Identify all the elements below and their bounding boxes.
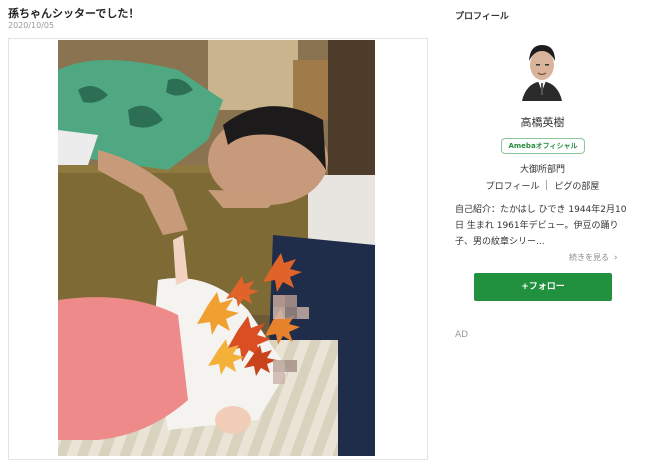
chevron-right-icon: ›	[614, 253, 618, 263]
ad-label: AD	[455, 330, 469, 340]
post-date: 2020/10/05	[8, 21, 55, 30]
pig-room-link[interactable]: ピグの部屋	[554, 182, 599, 192]
read-more-label: 続きを見る	[569, 253, 609, 262]
profile-bio: 自己紹介：たかはし ひでき 1944年2月10日 生まれ 1961年デビュー。伊…	[455, 205, 627, 247]
post-photo[interactable]	[58, 40, 375, 456]
department-label: 大御所部門	[519, 165, 565, 175]
post-title: 孫ちゃんシッターでした！	[8, 7, 140, 20]
link-divider	[546, 180, 548, 190]
official-badge: Amebaオフィシャル	[501, 138, 585, 154]
follow-button[interactable]: +フォロー	[474, 273, 612, 301]
profile-link[interactable]: プロフィール	[486, 182, 540, 192]
profile-name[interactable]: 高橋英樹	[455, 114, 630, 130]
avatar[interactable]	[516, 37, 568, 101]
profile-heading: プロフィール	[455, 12, 509, 22]
profile-links: プロフィール ピグの部屋	[455, 179, 630, 192]
read-more-link[interactable]: 続きを見る ›	[569, 252, 618, 263]
